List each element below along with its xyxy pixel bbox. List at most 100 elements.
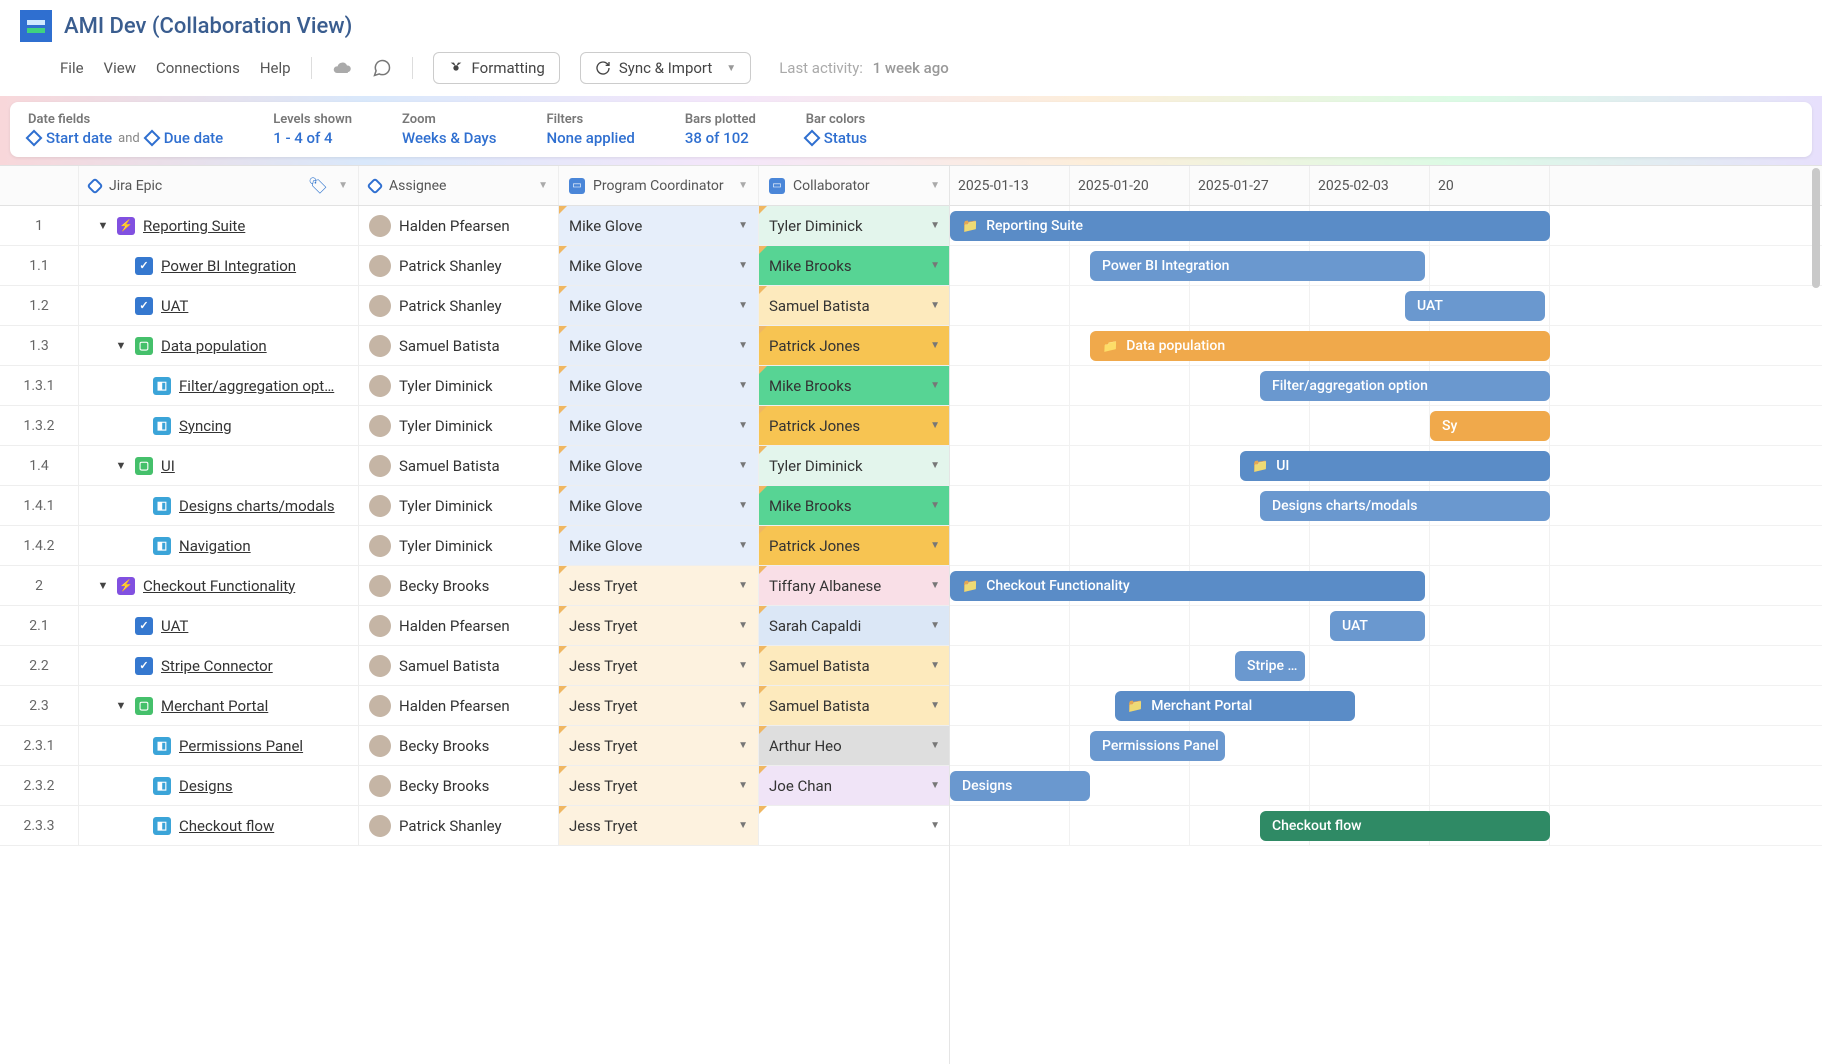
assignee-cell[interactable]: Samuel Batista <box>358 326 558 365</box>
chevron-down-icon[interactable]: ▼ <box>930 620 940 631</box>
item-name-cell[interactable]: ✓UAT <box>78 286 358 325</box>
chevron-down-icon[interactable]: ▼ <box>930 740 940 751</box>
item-name-cell[interactable]: ◧Designs <box>78 766 358 805</box>
item-link[interactable]: UAT <box>161 617 188 635</box>
gantt-bar[interactable]: Designs charts/modals <box>1260 491 1550 521</box>
item-name-cell[interactable]: ▼▢Data population <box>78 326 358 365</box>
gantt-bar[interactable]: 📁Checkout Functionality <box>950 571 1425 601</box>
item-name-cell[interactable]: ✓Power BI Integration <box>78 246 358 285</box>
table-row[interactable]: 2.3.1◧Permissions PanelBecky BrooksJess … <box>0 726 949 766</box>
gantt-bar[interactable]: 📁Reporting Suite <box>950 211 1550 241</box>
gantt-bar[interactable]: UAT <box>1330 611 1425 641</box>
collaborator-cell[interactable]: ▼ <box>758 806 950 845</box>
item-link[interactable]: Navigation <box>179 537 251 555</box>
col-collaborator[interactable]: ▭ Collaborator ▼ <box>758 166 950 205</box>
item-name-cell[interactable]: ▼⚡Reporting Suite <box>78 206 358 245</box>
chevron-down-icon[interactable]: ▼ <box>338 180 348 191</box>
program-coordinator-cell[interactable]: Mike Glove▼ <box>558 446 758 485</box>
chevron-down-icon[interactable]: ▼ <box>738 180 748 191</box>
chevron-down-icon[interactable]: ▼ <box>738 260 748 271</box>
chevron-down-icon[interactable]: ▼ <box>738 620 748 631</box>
item-name-cell[interactable]: ◧Designs charts/modals <box>78 486 358 525</box>
summary-filters[interactable]: Filters None applied <box>547 112 635 147</box>
collaborator-cell[interactable]: Joe Chan▼ <box>758 766 950 805</box>
menu-file[interactable]: File <box>60 59 84 77</box>
item-link[interactable]: UI <box>161 457 175 475</box>
gantt-bar[interactable]: Filter/aggregation option <box>1260 371 1550 401</box>
assignee-cell[interactable]: Samuel Batista <box>358 446 558 485</box>
table-row[interactable]: 1.4.1◧Designs charts/modalsTyler Diminic… <box>0 486 949 526</box>
gantt-bar[interactable]: Power BI Integration <box>1090 251 1425 281</box>
table-row[interactable]: 2.2✓Stripe ConnectorSamuel BatistaJess T… <box>0 646 949 686</box>
chevron-down-icon[interactable]: ▼ <box>930 580 940 591</box>
gantt-bar[interactable]: UAT <box>1405 291 1545 321</box>
expand-toggle[interactable]: ▼ <box>97 579 109 592</box>
assignee-cell[interactable]: Tyler Diminick <box>358 406 558 445</box>
item-name-cell[interactable]: ◧Navigation <box>78 526 358 565</box>
chevron-down-icon[interactable]: ▼ <box>930 780 940 791</box>
program-coordinator-cell[interactable]: Mike Glove▼ <box>558 246 758 285</box>
col-jira-epic[interactable]: Jira Epic 🏷 ▼ <box>78 166 358 205</box>
table-row[interactable]: 1.4▼▢UISamuel BatistaMike Glove▼Tyler Di… <box>0 446 949 486</box>
item-name-cell[interactable]: ✓UAT <box>78 606 358 645</box>
assignee-cell[interactable]: Samuel Batista <box>358 646 558 685</box>
chevron-down-icon[interactable]: ▼ <box>738 340 748 351</box>
item-name-cell[interactable]: ▼▢Merchant Portal <box>78 686 358 725</box>
program-coordinator-cell[interactable]: Mike Glove▼ <box>558 406 758 445</box>
chevron-down-icon[interactable]: ▼ <box>738 420 748 431</box>
collaborator-cell[interactable]: Patrick Jones▼ <box>758 326 950 365</box>
assignee-cell[interactable]: Halden Pfearsen <box>358 686 558 725</box>
item-link[interactable]: Designs charts/modals <box>179 497 335 515</box>
gantt-bar[interactable]: Checkout flow <box>1260 811 1550 841</box>
chevron-down-icon[interactable]: ▼ <box>930 220 940 231</box>
chevron-down-icon[interactable]: ▼ <box>930 380 940 391</box>
item-link[interactable]: Permissions Panel <box>179 737 303 755</box>
item-name-cell[interactable]: ✓Stripe Connector <box>78 646 358 685</box>
program-coordinator-cell[interactable]: Mike Glove▼ <box>558 286 758 325</box>
collaborator-cell[interactable]: Samuel Batista▼ <box>758 646 950 685</box>
vertical-scrollbar[interactable] <box>1812 168 1820 288</box>
chevron-down-icon[interactable]: ▼ <box>738 740 748 751</box>
tag-icon[interactable]: 🏷 <box>308 176 328 195</box>
sync-import-button[interactable]: Sync & Import ▼ <box>580 52 751 84</box>
assignee-cell[interactable]: Halden Pfearsen <box>358 606 558 645</box>
expand-toggle[interactable]: ▼ <box>115 699 127 712</box>
summary-bars[interactable]: Bars plotted 38 of 102 <box>685 112 756 147</box>
table-row[interactable]: 2.1✓UATHalden PfearsenJess Tryet▼Sarah C… <box>0 606 949 646</box>
program-coordinator-cell[interactable]: Jess Tryet▼ <box>558 726 758 765</box>
item-link[interactable]: Merchant Portal <box>161 697 268 715</box>
comment-icon[interactable] <box>372 58 392 78</box>
program-coordinator-cell[interactable]: Mike Glove▼ <box>558 366 758 405</box>
chevron-down-icon[interactable]: ▼ <box>930 700 940 711</box>
gantt-bar[interactable]: Sy <box>1430 411 1550 441</box>
chevron-down-icon[interactable]: ▼ <box>738 820 748 831</box>
program-coordinator-cell[interactable]: Jess Tryet▼ <box>558 606 758 645</box>
item-link[interactable]: Filter/aggregation opt… <box>179 377 334 395</box>
item-name-cell[interactable]: ◧Filter/aggregation opt… <box>78 366 358 405</box>
chevron-down-icon[interactable]: ▼ <box>738 300 748 311</box>
cloud-icon[interactable] <box>332 58 352 78</box>
chevron-down-icon[interactable]: ▼ <box>930 660 940 671</box>
expand-toggle[interactable]: ▼ <box>115 459 127 472</box>
chevron-down-icon[interactable]: ▼ <box>930 300 940 311</box>
item-link[interactable]: Data population <box>161 337 267 355</box>
assignee-cell[interactable]: Halden Pfearsen <box>358 206 558 245</box>
chevron-down-icon[interactable]: ▼ <box>738 460 748 471</box>
table-row[interactable]: 1.4.2◧NavigationTyler DiminickMike Glove… <box>0 526 949 566</box>
assignee-cell[interactable]: Tyler Diminick <box>358 486 558 525</box>
program-coordinator-cell[interactable]: Mike Glove▼ <box>558 206 758 245</box>
table-row[interactable]: 1▼⚡Reporting SuiteHalden PfearsenMike Gl… <box>0 206 949 246</box>
table-row[interactable]: 1.1✓Power BI IntegrationPatrick ShanleyM… <box>0 246 949 286</box>
chevron-down-icon[interactable]: ▼ <box>738 700 748 711</box>
chevron-down-icon[interactable]: ▼ <box>930 340 940 351</box>
table-row[interactable]: 1.3.1◧Filter/aggregation opt…Tyler Dimin… <box>0 366 949 406</box>
collaborator-cell[interactable]: Samuel Batista▼ <box>758 286 950 325</box>
summary-levels[interactable]: Levels shown 1 - 4 of 4 <box>273 112 352 147</box>
program-coordinator-cell[interactable]: Mike Glove▼ <box>558 486 758 525</box>
summary-colors[interactable]: Bar colors Status <box>806 112 867 147</box>
program-coordinator-cell[interactable]: Jess Tryet▼ <box>558 686 758 725</box>
summary-zoom[interactable]: Zoom Weeks & Days <box>402 112 497 147</box>
item-link[interactable]: UAT <box>161 297 188 315</box>
col-assignee[interactable]: Assignee ▼ <box>358 166 558 205</box>
chevron-down-icon[interactable]: ▼ <box>930 540 940 551</box>
